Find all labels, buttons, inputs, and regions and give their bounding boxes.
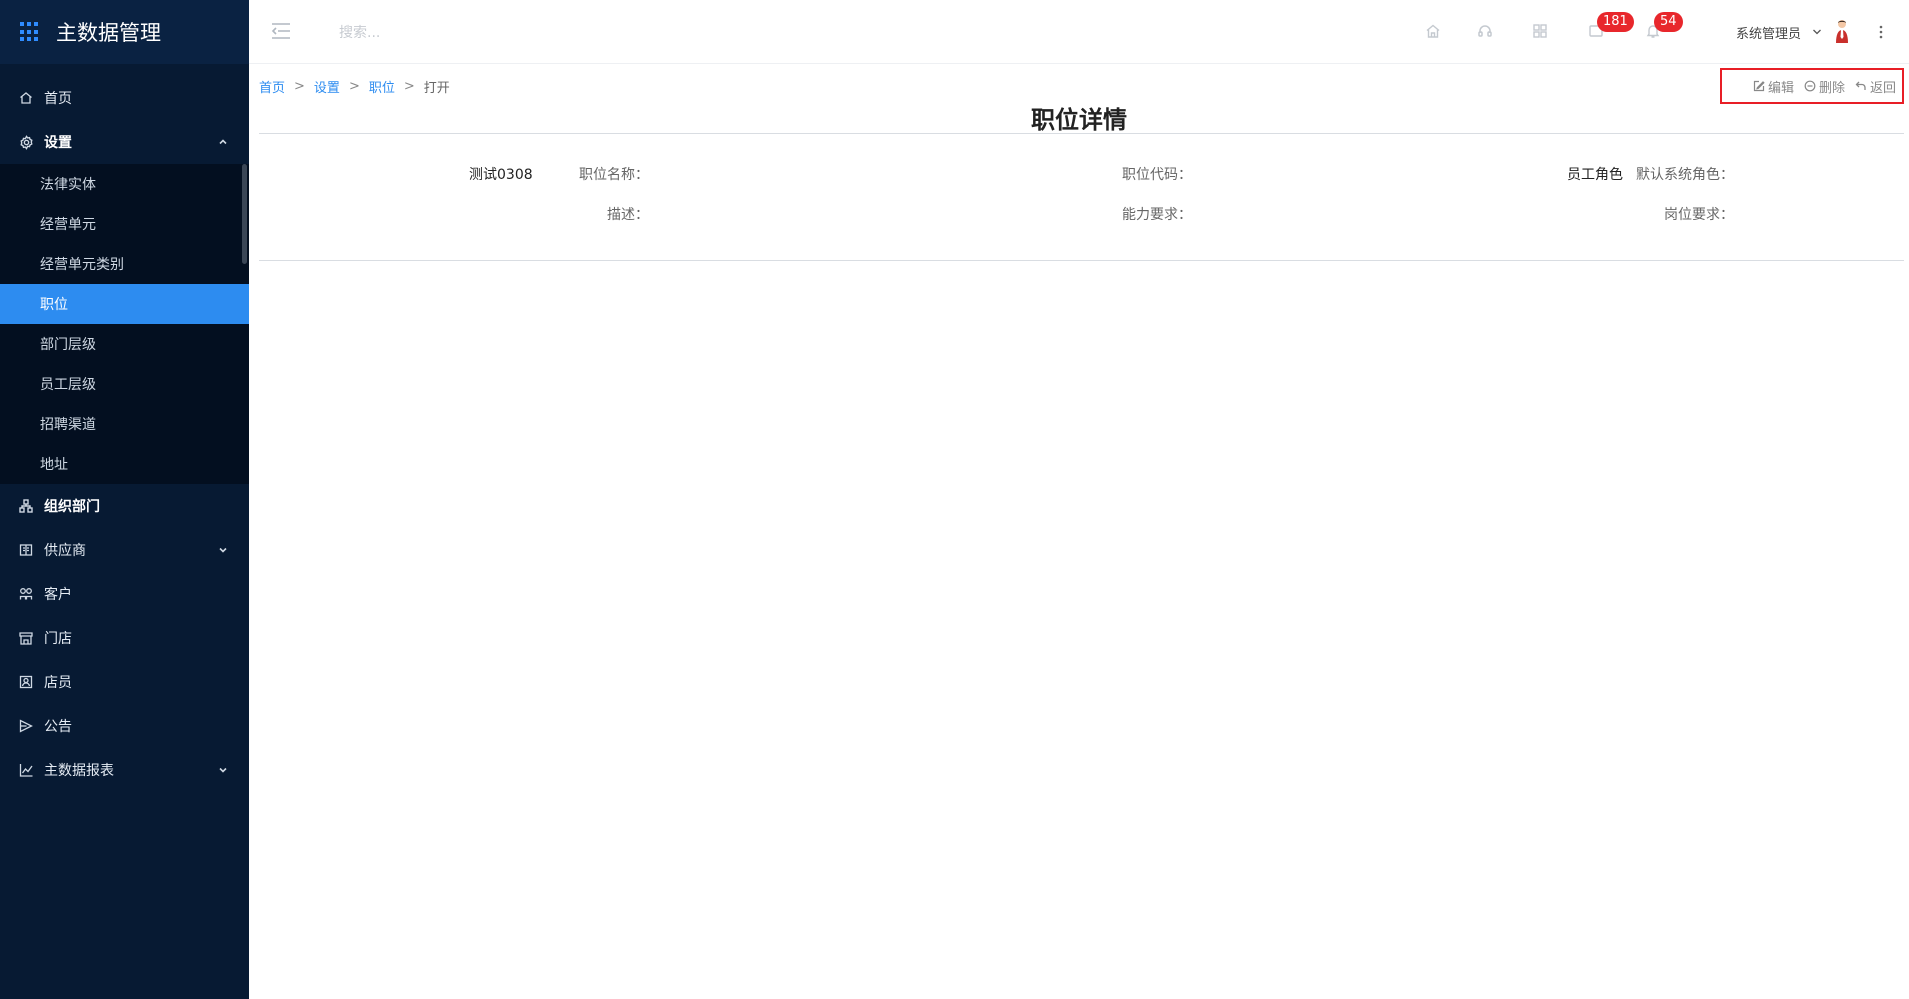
- sidebar-item-announcement[interactable]: 公告: [0, 704, 249, 748]
- user-name[interactable]: 系统管理员: [1736, 23, 1801, 42]
- announcement-icon: [18, 718, 34, 734]
- chevron-up-icon: [219, 139, 227, 145]
- sidebar-item-label: 供应商: [44, 543, 86, 559]
- sidebar-item-label: 主数据报表: [44, 763, 114, 779]
- delete-button[interactable]: 删除: [1804, 77, 1845, 96]
- messages-badge: 181: [1597, 12, 1634, 32]
- default-role-label: 默认系统角色：: [1636, 167, 1734, 183]
- edit-icon: [1753, 80, 1765, 92]
- delete-label: 删除: [1818, 80, 1845, 96]
- app-title: 主数据管理: [56, 21, 161, 45]
- page-title: 职位详情: [1031, 106, 1127, 134]
- home-icon[interactable]: [1424, 22, 1442, 40]
- edit-label: 编辑: [1767, 80, 1794, 96]
- sidebar-item-position[interactable]: 职位: [0, 284, 249, 324]
- breadcrumb-current: 打开: [423, 81, 450, 96]
- sidebar-item-customer[interactable]: 客户: [0, 572, 249, 616]
- sidebar-item-legal-entity[interactable]: 法律实体: [0, 164, 249, 204]
- default-role-value: 员工角色: [1567, 167, 1623, 183]
- menu-toggle-icon[interactable]: [271, 22, 291, 40]
- app-brand[interactable]: 主数据管理: [0, 0, 249, 64]
- customer-icon: [18, 586, 34, 602]
- breadcrumb-position[interactable]: 职位: [369, 77, 395, 96]
- sidebar-item-organization[interactable]: 组织部门: [0, 484, 249, 528]
- post-requirement-label: 岗位要求：: [1664, 207, 1734, 223]
- breadcrumb-separator: >: [294, 79, 305, 94]
- breadcrumb-home[interactable]: 首页: [259, 77, 285, 96]
- sidebar-menu: 首页 设置 法律实体 经营单元 经营单元类别 职位 部门层级 员工层级 招聘渠道…: [0, 76, 249, 792]
- sidebar-item-label: 组织部门: [44, 499, 100, 515]
- sidebar-item-clerk[interactable]: 店员: [0, 660, 249, 704]
- detail-row: 描述： 能力要求： 岗位要求：: [259, 204, 1904, 244]
- breadcrumb: 首页 > 设置 > 职位 > 打开: [259, 77, 450, 96]
- description-label: 描述：: [607, 207, 649, 223]
- chevron-down-icon: [219, 547, 227, 553]
- report-chart-icon: [18, 762, 34, 778]
- return-icon: [1855, 81, 1866, 90]
- messages-icon[interactable]: 181: [1587, 12, 1634, 40]
- chevron-down-icon: [219, 767, 227, 773]
- sidebar-item-home[interactable]: 首页: [0, 76, 249, 120]
- more-vertical-icon[interactable]: [1878, 24, 1884, 40]
- position-name-label: 职位名称：: [579, 167, 649, 183]
- sidebar-item-label: 公告: [44, 719, 72, 735]
- sidebar: 主数据管理 首页 设置 法律实体 经营单元 经营单元类别 职位 部门层级 员工层…: [0, 0, 249, 999]
- sidebar-item-label: 门店: [44, 631, 72, 647]
- action-toolbar: 编辑 删除 返回: [1720, 68, 1904, 104]
- org-chart-icon: [18, 498, 34, 514]
- breadcrumb-settings[interactable]: 设置: [314, 77, 340, 96]
- store-icon: [18, 630, 34, 646]
- headset-support-icon[interactable]: [1476, 22, 1494, 40]
- sidebar-item-department-level[interactable]: 部门层级: [0, 324, 249, 364]
- sidebar-item-supplier[interactable]: 供应商: [0, 528, 249, 572]
- back-button[interactable]: 返回: [1855, 77, 1896, 96]
- detail-row: 职位名称： 测试0308 职位代码： 默认系统角色： 员工角色: [259, 164, 1904, 204]
- sidebar-item-label: 设置: [44, 135, 72, 151]
- bell-icon[interactable]: 54: [1644, 12, 1683, 40]
- title-divider: [259, 133, 1904, 134]
- ability-label: 能力要求：: [1122, 207, 1192, 223]
- sidebar-item-label: 客户: [44, 587, 72, 603]
- breadcrumb-separator: >: [348, 79, 360, 94]
- sidebar-item-store[interactable]: 门店: [0, 616, 249, 660]
- home-icon: [18, 90, 34, 106]
- sidebar-item-employee-level[interactable]: 员工层级: [0, 364, 249, 404]
- sidebar-item-business-unit[interactable]: 经营单元: [0, 204, 249, 244]
- sidebar-item-settings[interactable]: 设置: [0, 120, 249, 164]
- position-detail-form: 职位名称： 测试0308 职位代码： 默认系统角色： 员工角色 描述： 能力要求…: [259, 164, 1904, 244]
- avatar[interactable]: [1832, 18, 1852, 44]
- main-content: 首页 > 设置 > 职位 > 打开 编辑 删除 返回 职位详情 职位名称： 测试…: [249, 64, 1909, 999]
- sidebar-item-recruit-channel[interactable]: 招聘渠道: [0, 404, 249, 444]
- position-code-label: 职位代码：: [1122, 167, 1192, 183]
- app-grid-icon: [20, 22, 40, 42]
- sidebar-item-label: 店员: [44, 675, 72, 691]
- back-label: 返回: [1869, 80, 1896, 96]
- sidebar-item-label: 首页: [44, 91, 72, 107]
- breadcrumb-separator: >: [403, 79, 415, 94]
- submenu-scrollbar[interactable]: [242, 164, 247, 264]
- chevron-down-icon[interactable]: [1812, 28, 1822, 36]
- search-input[interactable]: [339, 20, 639, 46]
- detail-divider: [259, 260, 1904, 261]
- top-header: 181 54 系统管理员: [249, 0, 1909, 64]
- minus-circle-icon: [1804, 80, 1816, 92]
- sidebar-item-report[interactable]: 主数据报表: [0, 748, 249, 792]
- edit-button[interactable]: 编辑: [1753, 77, 1794, 96]
- supplier-icon: [18, 542, 34, 558]
- settings-submenu: 法律实体 经营单元 经营单元类别 职位 部门层级 员工层级 招聘渠道 地址: [0, 164, 249, 484]
- sidebar-item-address[interactable]: 地址: [0, 444, 249, 484]
- position-name-value: 测试0308: [469, 167, 533, 183]
- notifications-badge: 54: [1654, 12, 1683, 32]
- sidebar-item-business-unit-type[interactable]: 经营单元类别: [0, 244, 249, 284]
- gear-icon: [18, 134, 34, 150]
- apps-grid-icon[interactable]: [1531, 22, 1549, 40]
- clerk-icon: [18, 674, 34, 690]
